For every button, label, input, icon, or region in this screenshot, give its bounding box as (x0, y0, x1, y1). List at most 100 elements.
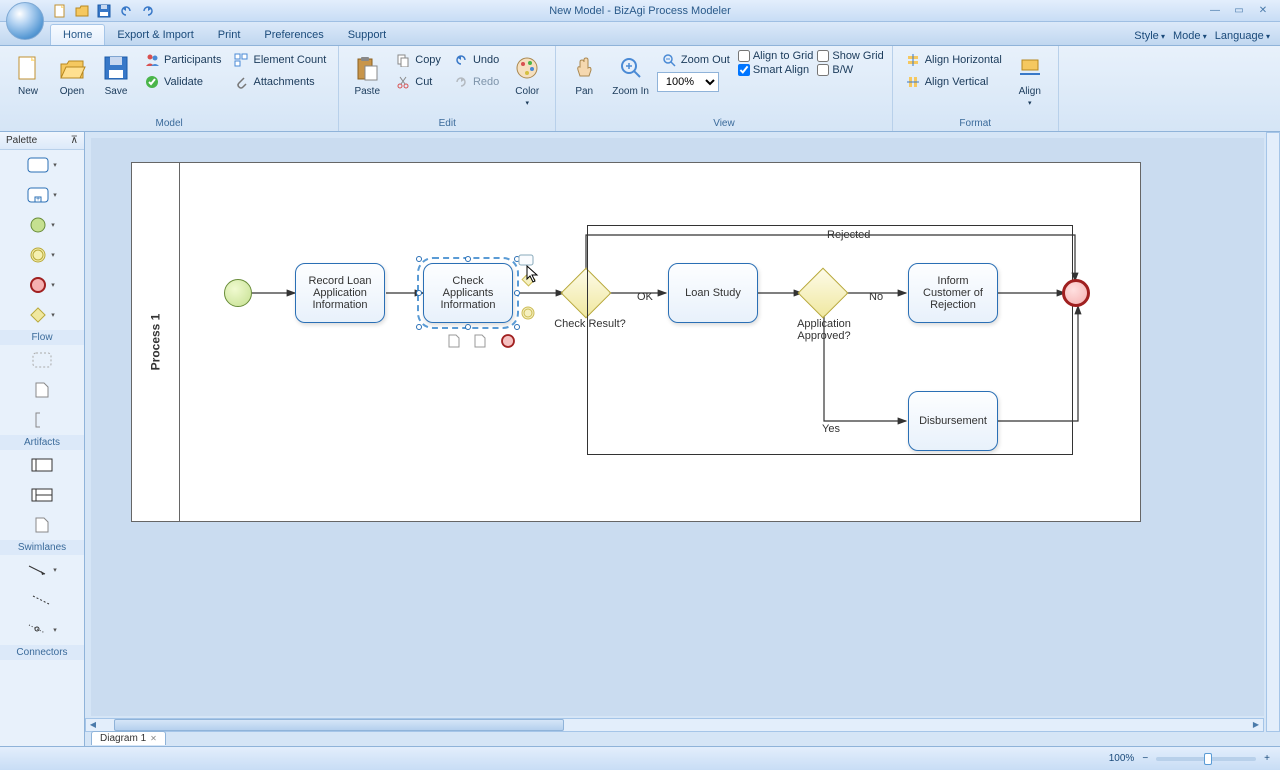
tab-preferences[interactable]: Preferences (252, 25, 335, 45)
open-button[interactable]: Open (52, 50, 92, 99)
zoom-in-button[interactable]: Zoom In (608, 50, 653, 99)
redo-icon[interactable] (140, 3, 156, 19)
palette-header: Palette⊼ (0, 132, 84, 150)
close-icon[interactable]: ✕ (150, 734, 157, 743)
color-button[interactable]: Color▾ (507, 50, 547, 109)
horizontal-scrollbar[interactable]: ◀▶ (85, 718, 1264, 732)
scroll-thumb[interactable] (114, 719, 564, 731)
show-grid-check[interactable]: Show Grid (817, 50, 883, 62)
flow-label-yes: Yes (822, 423, 840, 435)
palette-start-event[interactable]: ▾ (0, 210, 84, 240)
sel-handle[interactable] (514, 324, 520, 330)
quick-create-intermediate-icon[interactable] (520, 305, 536, 321)
sheet-tab-diagram-1[interactable]: Diagram 1✕ (91, 731, 166, 745)
zoom-in-icon[interactable]: + (1264, 753, 1270, 764)
sel-handle[interactable] (416, 290, 422, 296)
group-label: Format (901, 116, 1050, 131)
palette-message-flow[interactable] (0, 585, 84, 615)
language-menu[interactable]: Language (1215, 30, 1270, 42)
new-button[interactable]: New (8, 50, 48, 99)
bw-check[interactable]: B/W (817, 64, 883, 76)
align-to-grid-check[interactable]: Align to Grid (738, 50, 814, 62)
slider-thumb[interactable] (1204, 753, 1212, 765)
quick-create-annotation-icon[interactable] (446, 333, 462, 349)
ribbon-tabs: Home Export & Import Print Preferences S… (0, 22, 1280, 46)
palette-section-artifacts: Artifacts (0, 435, 84, 450)
redo-button[interactable]: Redo (449, 72, 503, 92)
scissors-icon (395, 74, 411, 90)
quick-create-data-icon[interactable] (472, 333, 488, 349)
sel-handle[interactable] (416, 256, 422, 262)
align-horizontal-button[interactable]: Align Horizontal (901, 50, 1006, 70)
save-button[interactable]: Save (96, 50, 136, 99)
sel-handle[interactable] (416, 324, 422, 330)
palette-group[interactable] (0, 345, 84, 375)
palette-task[interactable]: ▾ (0, 150, 84, 180)
align-button[interactable]: Align▾ (1010, 50, 1050, 109)
palette-pool[interactable] (0, 450, 84, 480)
new-doc-icon[interactable] (52, 3, 68, 19)
tab-export-import[interactable]: Export & Import (105, 25, 205, 45)
palette-lane[interactable] (0, 480, 84, 510)
lane-header[interactable]: Process 1 (132, 163, 180, 521)
tab-print[interactable]: Print (206, 25, 253, 45)
palette-milestone[interactable] (0, 510, 84, 540)
validate-button[interactable]: Validate (140, 72, 225, 92)
ribbon: New Open Save Participants Validate Elem… (0, 46, 1280, 132)
vertical-scrollbar[interactable] (1266, 132, 1280, 732)
style-menu[interactable]: Style (1134, 30, 1165, 42)
palette-end-event[interactable]: ▾ (0, 270, 84, 300)
participants-button[interactable]: Participants (140, 50, 225, 70)
palette-subprocess[interactable]: +▾ (0, 180, 84, 210)
palette-data-object[interactable] (0, 375, 84, 405)
redo-icon (453, 74, 469, 90)
palette-gateway[interactable]: ▾ (0, 300, 84, 330)
undo-button[interactable]: Undo (449, 50, 503, 70)
align-vertical-button[interactable]: Align Vertical (901, 72, 1006, 92)
palette-sequence-flow[interactable]: ▾ (0, 555, 84, 585)
task-check-applicants[interactable]: Check Applicants Information (423, 263, 513, 323)
palette-association[interactable]: ▾ (0, 615, 84, 645)
end-event[interactable] (1062, 279, 1090, 307)
palette-section-flow: Flow (0, 330, 84, 345)
zoom-slider[interactable] (1156, 757, 1256, 761)
attachments-button[interactable]: Attachments (229, 72, 330, 92)
palette-intermediate-event[interactable]: ▾ (0, 240, 84, 270)
app-orb-button[interactable] (6, 2, 44, 40)
tab-home[interactable]: Home (50, 24, 105, 45)
canvas[interactable]: Process 1 (91, 138, 1264, 716)
save-disk-icon[interactable] (96, 3, 112, 19)
zoom-out-icon[interactable]: − (1142, 753, 1148, 764)
pan-button[interactable]: Pan (564, 50, 604, 99)
zoom-out-button[interactable]: Zoom Out (657, 50, 734, 70)
diagram-pool[interactable]: Process 1 (131, 162, 1141, 522)
open-folder-icon[interactable] (74, 3, 90, 19)
pin-icon[interactable]: ⊼ (71, 135, 78, 146)
mode-menu[interactable]: Mode (1173, 30, 1207, 42)
element-count-button[interactable]: Element Count (229, 50, 330, 70)
quick-create-end-icon[interactable] (500, 333, 516, 349)
task-loan-study[interactable]: Loan Study (668, 263, 758, 323)
group-view: Pan Zoom In Zoom Out 100% Align to Grid … (556, 46, 892, 131)
close-button[interactable]: ✕ (1254, 4, 1272, 18)
start-event[interactable] (224, 279, 252, 307)
zoom-select[interactable]: 100% (657, 72, 719, 92)
zoom-label: 100% (1109, 753, 1135, 764)
maximize-button[interactable]: ▭ (1230, 4, 1248, 18)
palette-annotation[interactable] (0, 405, 84, 435)
tab-support[interactable]: Support (336, 25, 399, 45)
minimize-button[interactable]: — (1206, 4, 1224, 18)
sel-handle[interactable] (465, 324, 471, 330)
smart-align-check[interactable]: Smart Align (738, 64, 814, 76)
validate-icon (144, 74, 160, 90)
task-record-loan[interactable]: Record Loan Application Information (295, 263, 385, 323)
paste-button[interactable]: Paste (347, 50, 387, 99)
cut-button[interactable]: Cut (391, 72, 445, 92)
flow-label-no: No (869, 291, 883, 303)
sel-handle[interactable] (514, 290, 520, 296)
task-disbursement[interactable]: Disbursement (908, 391, 998, 451)
copy-button[interactable]: Copy (391, 50, 445, 70)
sel-handle[interactable] (465, 256, 471, 262)
undo-icon[interactable] (118, 3, 134, 19)
task-inform-rejection[interactable]: Inform Customer of Rejection (908, 263, 998, 323)
